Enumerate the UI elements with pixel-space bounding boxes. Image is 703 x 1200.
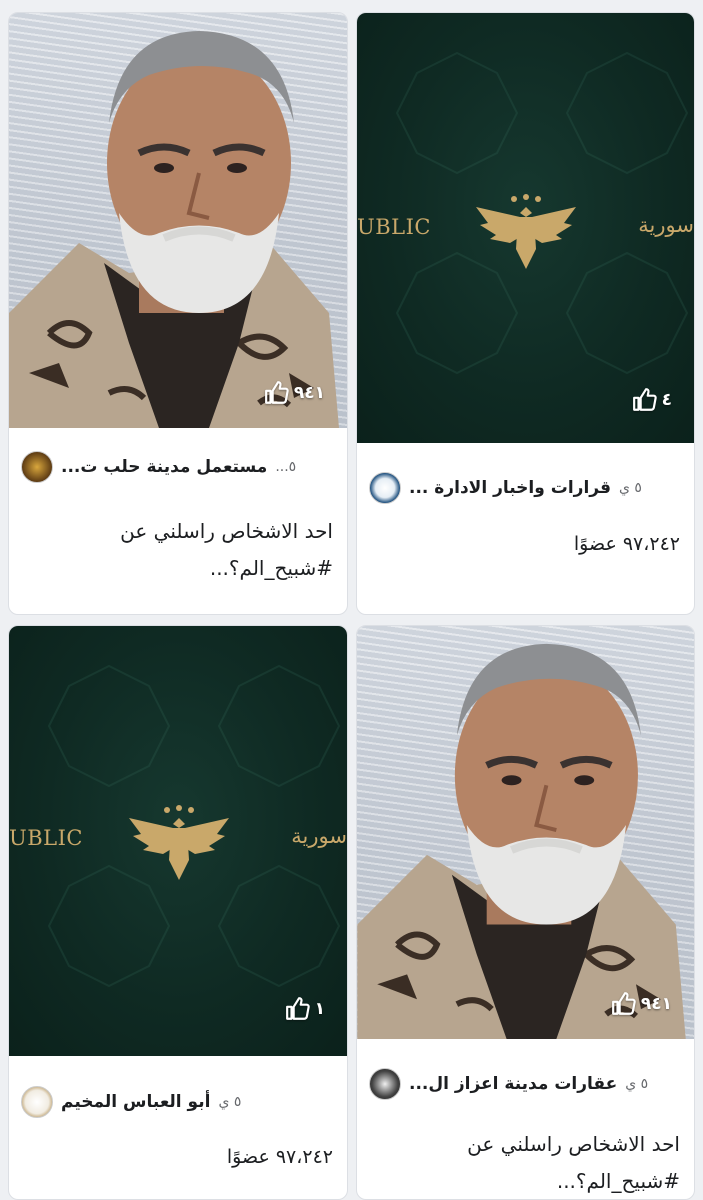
post-card-aleppo[interactable]: ٩٤١ مستعمل مدينة حلب ت... ٥... احد الاشخ… [8, 12, 348, 615]
post-image-emblem[interactable]: UBLIC سورية ١ [9, 626, 347, 1056]
group-avatar[interactable] [21, 451, 53, 483]
post-time: ٥ ي [218, 1094, 242, 1110]
group-name[interactable]: عقارات مدينة اعزاز ال... [409, 1074, 617, 1094]
post-card-admin-news[interactable]: UBLIC سورية ٤ قرارات واخبار الادارة ... … [356, 12, 695, 615]
post-time: ٥... [275, 459, 297, 475]
like-count[interactable]: ١ [285, 996, 325, 1022]
post-card-abu-alabbas[interactable]: UBLIC سورية ١ أبو العباس المخيم ٥ ي ٩٧،٢… [8, 625, 348, 1200]
group-name[interactable]: قرارات واخبار الادارة ... [409, 478, 611, 498]
eagle-emblem-icon [129, 805, 229, 880]
post-text-line-1: احد الاشخاص راسلني عن [467, 1132, 680, 1156]
post-text[interactable]: احد الاشخاص راسلني عن #شبيح_الم؟... [23, 513, 333, 587]
post-photo[interactable]: ٩٤١ [357, 626, 694, 1039]
brand-text-arabic: سورية [291, 824, 347, 848]
post-meta: أبو العباس المخيم ٥ ي [9, 1086, 347, 1118]
group-name[interactable]: أبو العباس المخيم [61, 1092, 210, 1112]
eagle-emblem-icon [476, 194, 576, 269]
post-text-line-1: احد الاشخاص راسلني عن [120, 519, 333, 543]
thumbs-up-icon [611, 992, 636, 1015]
brand-text-arabic: سورية [638, 213, 694, 237]
like-count-value: ٩٤١ [293, 383, 325, 403]
post-text-line-2: #شبيح_الم؟... [209, 556, 333, 580]
man-portrait-image [9, 31, 339, 428]
post-text[interactable]: احد الاشخاص راسلني عن #شبيح_الم؟... [371, 1126, 680, 1199]
post-photo[interactable]: ٩٤١ [9, 13, 347, 428]
post-meta: عقارات مدينة اعزاز ال... ٥ ي [357, 1068, 694, 1100]
like-count[interactable]: ٩٤١ [611, 991, 672, 1017]
group-avatar[interactable] [369, 1068, 401, 1100]
like-count-value: ٤ [661, 390, 672, 410]
group-avatar[interactable] [21, 1086, 53, 1118]
post-meta: مستعمل مدينة حلب ت... ٥... [9, 451, 347, 483]
post-time: ٥ ي [625, 1076, 649, 1092]
thumbs-up-icon [264, 381, 289, 404]
members-count: ٩٧،٢٤٢ عضوًا [226, 1146, 333, 1168]
thumbs-up-icon [285, 997, 310, 1020]
group-name[interactable]: مستعمل مدينة حلب ت... [61, 457, 267, 477]
like-count[interactable]: ٩٤١ [264, 380, 325, 406]
like-count-value: ١ [314, 999, 325, 1019]
thumbs-up-icon [632, 388, 657, 411]
post-text-line-2: #شبيح_الم؟... [556, 1169, 680, 1193]
like-count[interactable]: ٤ [632, 387, 672, 413]
post-time: ٥ ي [618, 480, 642, 496]
man-portrait-image [357, 643, 686, 1039]
brand-text-latin: UBLIC [357, 215, 431, 239]
members-count: ٩٧،٢٤٢ عضوًا [573, 533, 680, 555]
group-avatar[interactable] [369, 472, 401, 504]
brand-text-latin: UBLIC [9, 826, 83, 850]
post-card-azaz[interactable]: ٩٤١ عقارات مدينة اعزاز ال... ٥ ي احد الا… [356, 625, 695, 1200]
post-meta: قرارات واخبار الادارة ... ٥ ي [357, 472, 694, 504]
post-image-emblem[interactable]: UBLIC سورية ٤ [357, 13, 694, 443]
like-count-value: ٩٤١ [640, 994, 672, 1014]
